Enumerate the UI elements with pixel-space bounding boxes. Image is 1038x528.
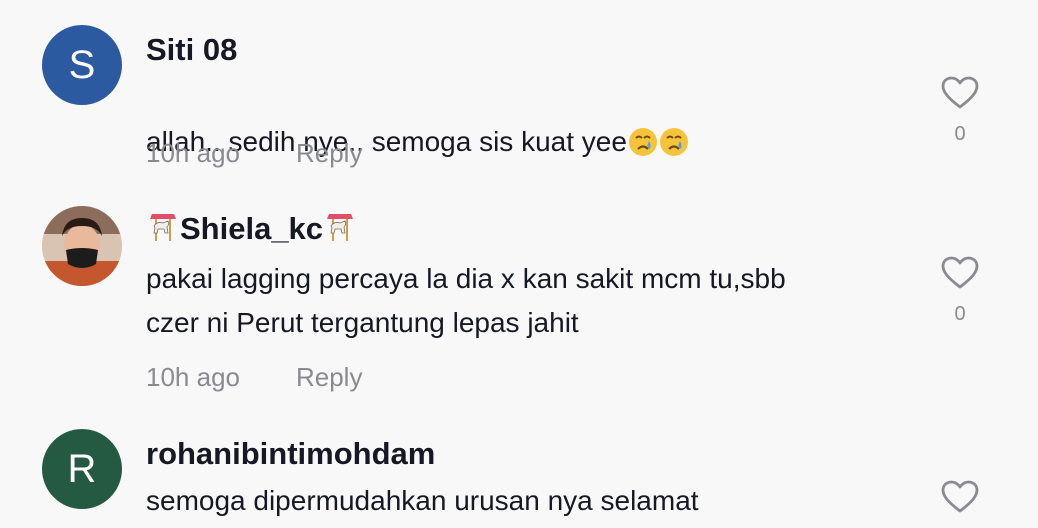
comment-text: semoga dipermudahkan urusan nya selamat [146,485,699,516]
comment-meta: 10h ago Reply [146,138,362,169]
like-button[interactable] [938,480,982,519]
like-count: 0 [954,123,966,145]
like-button[interactable]: 0 [938,256,982,326]
comment-time: 10h ago [146,362,240,392]
comment-username[interactable]: Shiela_kc [146,210,357,252]
reply-button[interactable]: Reply [296,362,362,392]
carousel-horse-icon [323,210,357,252]
crying-face-icon [659,126,689,170]
avatar-initial: S [68,43,96,87]
comment-username[interactable]: rohanibintimohdam [146,436,435,472]
avatar[interactable]: S [42,25,122,105]
heart-icon[interactable] [941,256,979,295]
heart-icon[interactable] [941,480,979,519]
comment-item: R rohanibintimohdam semoga dipermudahkan… [0,420,1038,528]
avatar-initial: R [67,447,97,491]
carousel-horse-icon [146,210,180,252]
reply-button[interactable]: Reply [296,138,362,168]
comment-text: pakai lagging percaya la dia x kan sakit… [146,263,786,338]
comment-time: 10h ago [146,138,240,168]
crying-face-icon [628,126,658,170]
like-button[interactable]: 0 [938,76,982,146]
like-count: 0 [954,303,966,325]
comment-meta: 10h ago Reply [146,362,362,393]
comment-username[interactable]: Siti 08 [146,32,237,68]
username-text: Shiela_kc [180,211,324,247]
comment-item: S Siti 08 allah.. sedih nye.. semoga sis… [0,0,1038,190]
username-text: Siti 08 [146,32,238,67]
avatar[interactable]: R [42,429,122,509]
comment-item: Shiela_kc pakai lagging percaya la dia x… [0,190,1038,420]
avatar[interactable] [42,206,122,286]
profile-photo-icon [42,206,122,286]
heart-icon[interactable] [941,76,979,115]
username-text: rohanibintimohdam [146,436,436,471]
